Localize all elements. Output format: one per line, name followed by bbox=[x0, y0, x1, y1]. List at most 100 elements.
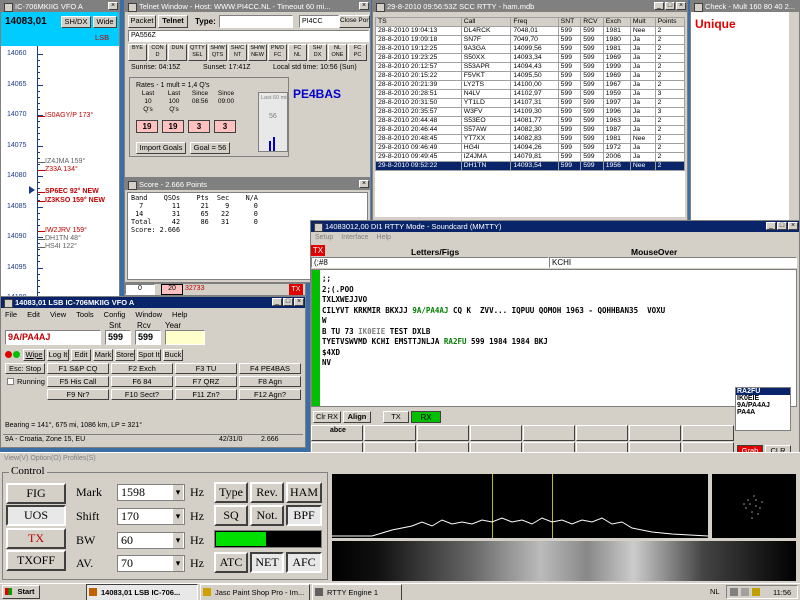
table-row[interactable]: 29-8-2010 09:52:22 DH1TN 14093,54 599 599 195… bbox=[375, 161, 685, 171]
table-row[interactable]: 28-8-2010 20:15:22 F5VKT 14095,50 599 599 196… bbox=[375, 71, 685, 81]
snt-input[interactable]: 599 bbox=[105, 330, 131, 345]
callsign-grab-list[interactable]: RA2FU IK0EIE 9A/PA4AJ PA4A bbox=[735, 387, 791, 431]
table-row[interactable]: 29-8-2010 09:46:49 HG4I 14094,26 599 599 1972… bbox=[375, 143, 685, 153]
tx-button[interactable]: TX bbox=[6, 528, 66, 549]
function-key-button[interactable]: F10 Sect? bbox=[111, 389, 173, 400]
view-tabs[interactable]: View(V) Option(O) Profiles(S) bbox=[4, 455, 96, 462]
log-column-header[interactable]: SNT bbox=[557, 17, 582, 27]
bandmap-spot[interactable]: SP6EC 92° NEW bbox=[45, 188, 99, 195]
telnet-command-button[interactable]: SH/ DX bbox=[308, 44, 327, 61]
tray-icon[interactable] bbox=[741, 588, 749, 596]
rcv-input[interactable]: 599 bbox=[135, 330, 161, 345]
rx-tab[interactable]: RX bbox=[411, 411, 441, 423]
mmtty-tx-badge[interactable]: TX bbox=[311, 245, 325, 256]
function-key-button[interactable]: F6 84 bbox=[111, 376, 173, 387]
macro-button[interactable] bbox=[682, 425, 734, 441]
spot-it-button[interactable]: Spot It bbox=[137, 349, 161, 361]
telnet-command-button[interactable]: CON D bbox=[148, 44, 167, 61]
callsign-item[interactable]: PA4A bbox=[736, 409, 790, 416]
rx-callsign[interactable]: IK0EIE bbox=[358, 327, 385, 336]
running-checkbox[interactable] bbox=[7, 378, 14, 385]
close-icon[interactable]: × bbox=[294, 298, 304, 306]
shdx-button[interactable]: SH/DX bbox=[61, 16, 91, 28]
menu-item[interactable]: Config bbox=[104, 310, 126, 320]
log-column-header[interactable]: Mult bbox=[629, 17, 656, 27]
function-key-button[interactable]: Esc: Stop bbox=[5, 363, 45, 374]
table-row[interactable]: 28-8-2010 20:46:44 S57AW 14082,30 599 599 198… bbox=[375, 125, 685, 135]
mark-button[interactable]: Mark bbox=[93, 349, 113, 361]
type-input[interactable] bbox=[219, 15, 293, 28]
atc-button[interactable]: ATC bbox=[214, 552, 248, 573]
telnet-command-button[interactable]: BYE bbox=[128, 44, 147, 61]
check-scrollbar[interactable] bbox=[789, 12, 799, 229]
wipe-button[interactable]: Wipe bbox=[23, 349, 45, 361]
menu-item[interactable]: Help bbox=[377, 234, 391, 241]
sq-button[interactable]: SQ bbox=[214, 505, 248, 526]
waterfall-display[interactable] bbox=[332, 541, 796, 581]
function-key-button[interactable]: F7 QRZ bbox=[175, 376, 237, 387]
table-row[interactable]: 28-8-2010 19:04:13 DL4RCK 7048,01 599 599 198… bbox=[375, 26, 685, 36]
minimize-icon[interactable]: _ bbox=[766, 222, 776, 230]
rev-button[interactable]: Rev. bbox=[250, 482, 284, 503]
host-field[interactable]: PI4CC bbox=[299, 15, 339, 28]
callsign-item[interactable]: IK0EIE bbox=[736, 395, 790, 402]
function-key-button[interactable]: F11 Zn? bbox=[175, 389, 237, 400]
table-row[interactable]: 28-8-2010 20:31:50 YT1LD 14107,31 599 599 199… bbox=[375, 98, 685, 108]
table-row[interactable]: 28-8-2010 20:35:57 W3FV 14109,30 599 599 1996… bbox=[375, 107, 685, 117]
mouseover-field[interactable]: KCHI bbox=[549, 257, 797, 268]
log-titlebar[interactable]: 29-8-2010 09:56:53Z SCC RTTY - ham.mdb _ □… bbox=[373, 1, 687, 12]
type-button[interactable]: Type bbox=[214, 482, 248, 503]
telnet-command-button[interactable]: NL ONE bbox=[328, 44, 347, 61]
macro-button[interactable] bbox=[470, 425, 522, 441]
call-input[interactable]: 9A/PA4AJ bbox=[5, 330, 101, 345]
edit-button[interactable]: Edit bbox=[71, 349, 91, 361]
spectrum-display[interactable] bbox=[332, 474, 708, 538]
table-row[interactable]: 28-8-2010 19:12:25 9A3GA 14099,56 599 599 198… bbox=[375, 44, 685, 54]
menu-item[interactable]: Interface bbox=[341, 234, 368, 241]
function-key-button[interactable]: F12 Agn? bbox=[239, 389, 301, 400]
menu-item[interactable]: Help bbox=[172, 310, 187, 320]
function-key-button[interactable]: F4 PE4BAS bbox=[239, 363, 301, 374]
log-column-header[interactable]: RCV bbox=[580, 17, 604, 27]
telnet-command-button[interactable]: FC NL bbox=[288, 44, 307, 61]
mark-select[interactable]: 1598 bbox=[117, 484, 185, 501]
bandmap-spot[interactable]: IS0AGY/P 173° bbox=[45, 112, 93, 119]
minimize-icon[interactable]: _ bbox=[654, 2, 664, 10]
log-column-header[interactable]: Freq bbox=[510, 17, 559, 27]
bandmap-spot[interactable]: IW2JRV 159° bbox=[45, 227, 87, 234]
table-row[interactable]: 29-8-2010 09:49:45 IZ4JMA 14079,81 599 599 20… bbox=[375, 152, 685, 162]
table-row[interactable]: 28-8-2010 20:28:51 N4LV 14102,97 599 599 1959… bbox=[375, 89, 685, 99]
telnet-call-field[interactable]: PA556Z bbox=[128, 30, 369, 42]
close-icon[interactable]: × bbox=[359, 180, 369, 188]
menu-item[interactable]: Edit bbox=[27, 310, 40, 320]
close-port-button[interactable]: Close Port bbox=[339, 15, 370, 28]
wide-button[interactable]: Wide bbox=[93, 16, 117, 28]
function-key-button[interactable]: F9 Nr? bbox=[47, 389, 109, 400]
net-button[interactable]: NET bbox=[250, 552, 284, 573]
menu-item[interactable]: Window bbox=[135, 310, 162, 320]
table-row[interactable]: 28-8-2010 19:23:25 S50XX 14093,34 599 599 196… bbox=[375, 53, 685, 63]
rx-callsign[interactable]: 9A/PA4AJ bbox=[412, 306, 448, 315]
menu-item[interactable]: Setup bbox=[315, 234, 333, 241]
tx-tab[interactable]: TX bbox=[383, 411, 409, 423]
log-it-button[interactable]: Log It bbox=[47, 349, 69, 361]
taskbar-task[interactable]: RTTY Engine 1 bbox=[312, 584, 402, 600]
macro-button[interactable] bbox=[417, 425, 469, 441]
log-column-header[interactable]: Exch bbox=[602, 17, 631, 27]
bw-select[interactable]: 60 bbox=[117, 532, 185, 549]
afc-button[interactable]: AFC bbox=[286, 552, 322, 573]
language-indicator[interactable]: NL bbox=[710, 587, 720, 596]
close-icon[interactable]: × bbox=[788, 222, 798, 230]
tray-icon[interactable] bbox=[730, 588, 738, 596]
rx-callsign[interactable]: RA2FU bbox=[444, 337, 467, 346]
macro-button[interactable]: abce bbox=[311, 425, 363, 441]
year-input[interactable] bbox=[165, 330, 205, 345]
not-button[interactable]: Not. bbox=[250, 505, 284, 526]
uos-button[interactable]: UOS bbox=[6, 505, 66, 526]
mmtty-titlebar[interactable]: 14083012,00 DI1 RTTY Mode - Soundcard (M… bbox=[311, 221, 799, 232]
close-icon[interactable]: × bbox=[108, 2, 118, 10]
macro-button[interactable] bbox=[576, 425, 628, 441]
function-key-button[interactable]: F3 TU bbox=[175, 363, 237, 374]
bandmap-spot[interactable]: Z33A 134° bbox=[45, 166, 78, 173]
bandmap-spot[interactable]: HS4I 122° bbox=[45, 243, 77, 250]
